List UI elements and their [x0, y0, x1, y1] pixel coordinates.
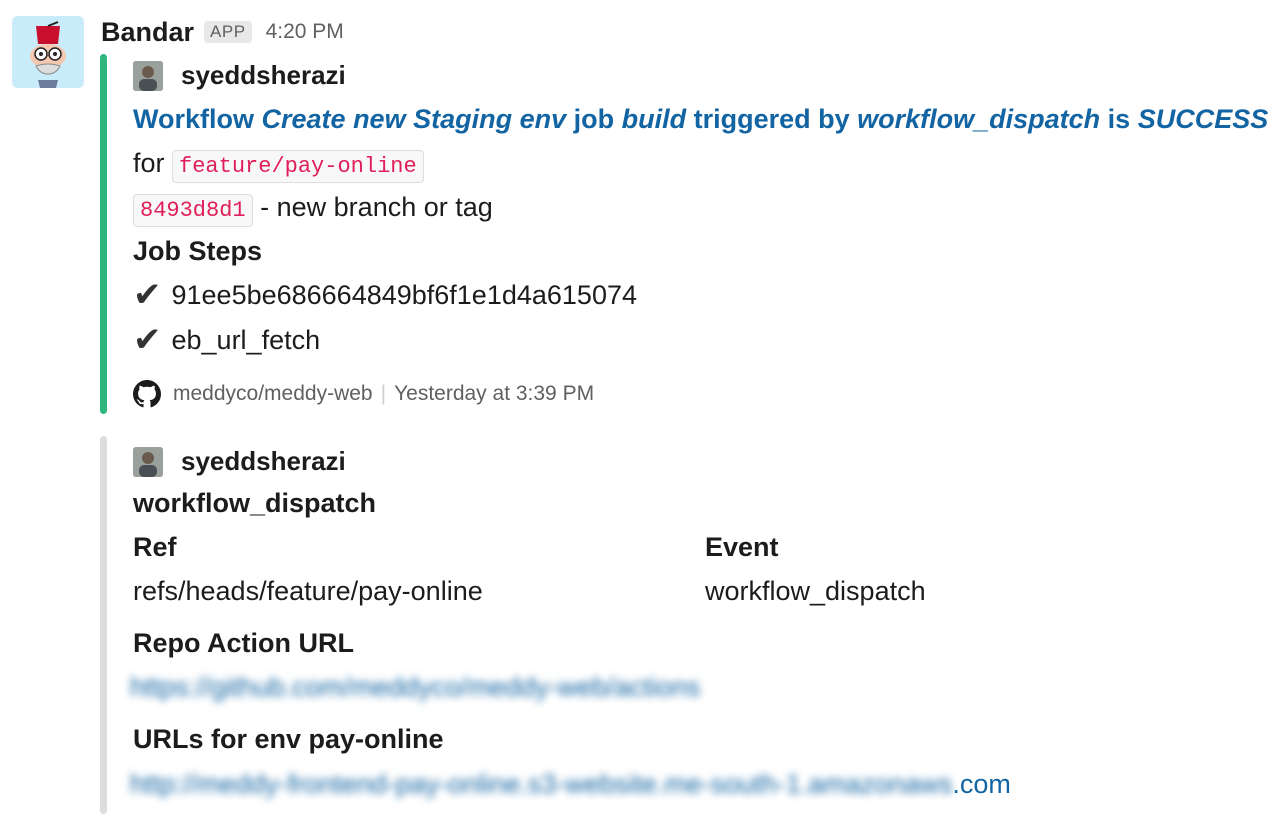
attachment-color-bar — [100, 436, 107, 814]
title-part: Workflow — [133, 104, 262, 134]
checkmark-icon: ✔ — [133, 276, 162, 314]
blurred-url: http://meddy-frontend-pay-online.s3-webs… — [130, 769, 953, 799]
field-event-title: Event — [705, 532, 779, 562]
checkmark-icon: ✔ — [133, 321, 162, 359]
title-status: SUCCESS — [1137, 104, 1269, 134]
env-url-link[interactable]: http://meddy-frontend-pay-online.s3-webs… — [130, 769, 1011, 800]
message-header: Bandar APP 4:20 PM — [101, 14, 344, 50]
user-photo-icon — [133, 446, 163, 477]
bandar-fez-icon — [12, 16, 84, 88]
title-workflow-name: Create new Staging env — [261, 104, 567, 134]
job-step: ✔ eb_url_fetch — [133, 323, 320, 357]
bot-avatar[interactable] — [12, 16, 84, 88]
attachment-footer: meddyco/meddy-web | Yesterday at 3:39 PM — [133, 380, 594, 408]
env-urls-title: URLs for env pay-online — [133, 724, 444, 754]
author-avatar — [133, 446, 163, 477]
title-part: triggered by — [686, 104, 858, 134]
attachment-author: syeddsherazi — [133, 60, 346, 91]
title-job-name: build — [621, 104, 687, 134]
branch-line: for feature/pay-online — [133, 148, 424, 183]
repo-action-url-link[interactable]: https://github.com/meddyco/meddy-web/act… — [130, 672, 700, 703]
message-timestamp[interactable]: 4:20 PM — [266, 20, 344, 44]
attachment-heading: workflow_dispatch — [133, 488, 377, 518]
url-tail: .com — [952, 769, 1011, 799]
title-part: job — [566, 104, 622, 134]
user-photo-icon — [133, 60, 163, 91]
footer-separator: | — [380, 382, 387, 405]
blurred-url: https://github.com/meddyco/meddy-web/act… — [130, 672, 701, 702]
title-trigger: workflow_dispatch — [857, 104, 1101, 134]
branch-code: feature/pay-online — [172, 150, 424, 183]
author-name[interactable]: syeddsherazi — [181, 446, 346, 477]
job-step-label: eb_url_fetch — [171, 324, 321, 355]
job-step: ✔ 91ee5be686664849bf6f1e1d4a615074 — [133, 278, 637, 312]
field-ref-title: Ref — [133, 532, 177, 562]
commit-note: - new branch or tag — [260, 192, 493, 222]
app-badge: APP — [204, 21, 252, 43]
job-step-label: 91ee5be686664849bf6f1e1d4a615074 — [171, 279, 638, 310]
for-label: for — [133, 148, 165, 178]
author-avatar — [133, 60, 163, 91]
workflow-title-link[interactable]: Workflow Create new Staging env job buil… — [133, 104, 1268, 135]
title-part: is — [1100, 104, 1138, 134]
attachment-author: syeddsherazi — [133, 446, 346, 477]
field-ref-value: refs/heads/feature/pay-online — [133, 576, 483, 606]
attachment-color-bar — [100, 54, 107, 414]
bot-name[interactable]: Bandar — [101, 17, 194, 48]
commit-code: 8493d8d1 — [133, 194, 253, 227]
footer-timestamp[interactable]: Yesterday at 3:39 PM — [394, 382, 594, 406]
footer-repo[interactable]: meddyco/meddy-web — [173, 382, 373, 406]
repo-action-url-title: Repo Action URL — [133, 628, 354, 658]
github-icon — [133, 380, 161, 408]
field-event-value: workflow_dispatch — [705, 576, 926, 606]
commit-line: 8493d8d1 - new branch or tag — [133, 192, 493, 227]
author-name[interactable]: syeddsherazi — [181, 60, 346, 91]
job-steps-heading: Job Steps — [133, 236, 263, 266]
